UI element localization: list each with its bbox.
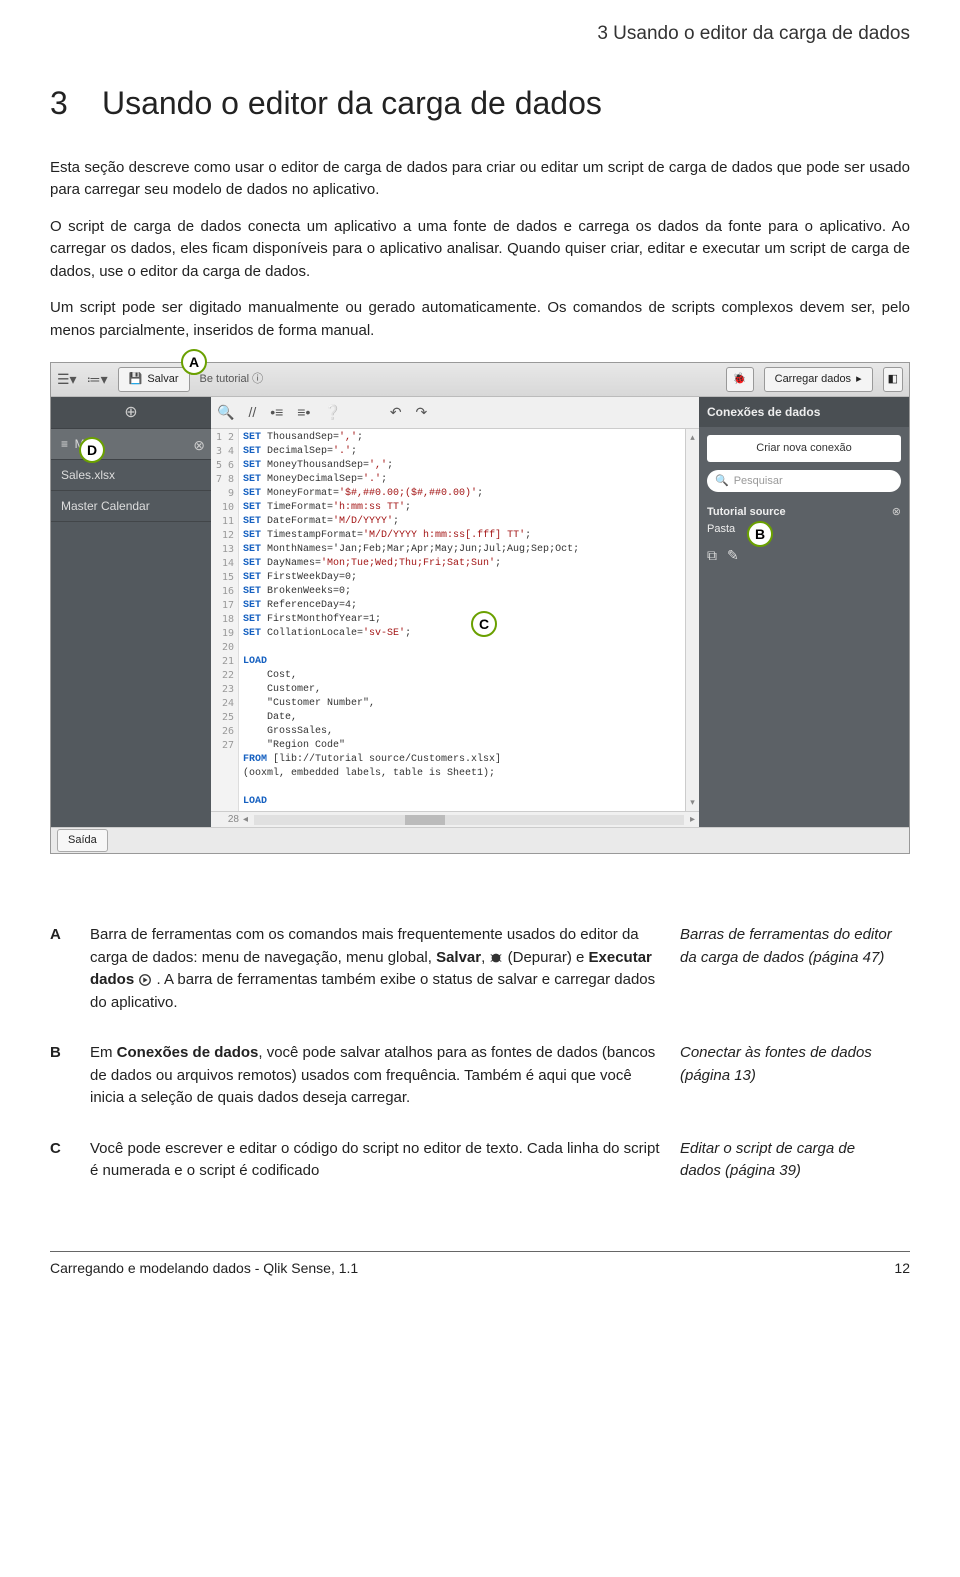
edit-icon[interactable]: ✎ — [727, 545, 739, 566]
bug-icon: 🐞 — [733, 371, 747, 388]
row-ref: Barras de ferramentas do editor da carga… — [680, 914, 910, 1032]
horizontal-scrollbar[interactable]: 28 ◂▸ — [211, 811, 699, 827]
table-row: C Você pode escrever e editar o código d… — [50, 1128, 910, 1201]
row-key: C — [50, 1128, 90, 1201]
editor-screenshot: ☰▾ ≔▾ 💾Salvar Be tutorial ⓘ A 🐞 Carregar… — [50, 362, 910, 854]
nav-menu-icon[interactable]: ☰▾ — [57, 369, 77, 390]
global-menu-icon[interactable]: ≔▾ — [87, 369, 108, 390]
connections-panel: Conexões de dados Criar nova conexão 🔍 Pe… — [699, 397, 909, 827]
row-ref: Conectar às fontes de dados (página 13) — [680, 1032, 910, 1128]
connection-search[interactable]: 🔍 Pesquisar — [707, 470, 901, 493]
section-title: Usando o editor da carga de dados — [102, 79, 602, 127]
debug-button[interactable]: 🐞 — [726, 367, 754, 392]
app-name: Be tutorial ⓘ — [200, 371, 264, 388]
load-label: Carregar dados — [775, 371, 851, 388]
connection-name: Tutorial source — [707, 504, 786, 521]
legend-table: A Barra de ferramentas com os comandos m… — [50, 914, 910, 1201]
section-main[interactable]: ≡ Main ⊗ D — [51, 429, 211, 460]
bug-icon — [489, 951, 503, 965]
marker-a: A — [181, 349, 207, 375]
indent-icon[interactable]: •≡ — [270, 402, 283, 423]
select-data-icon[interactable]: ⧉ — [707, 545, 717, 566]
row-text: Barra de ferramentas com os comandos mai… — [90, 914, 680, 1032]
marker-c: C — [471, 611, 497, 637]
code-toolbar: 🔍 // •≡ ≡• ❔ ↶ ↷ — [211, 397, 699, 429]
section-number: 3 — [50, 79, 68, 127]
output-button[interactable]: Saída — [57, 829, 108, 852]
page-footer: Carregando e modelando dados - Qlik Sens… — [50, 1252, 910, 1279]
search-placeholder: Pesquisar — [734, 473, 783, 490]
save-label: Salvar — [147, 371, 178, 388]
row-key: A — [50, 914, 90, 1032]
panel-toggle-button[interactable]: ◧ — [883, 367, 903, 392]
search-icon[interactable]: 🔍 — [217, 402, 234, 423]
search-icon: 🔍 — [715, 473, 729, 490]
marker-d: D — [79, 437, 105, 463]
save-button[interactable]: 💾Salvar — [118, 367, 190, 392]
vertical-scrollbar[interactable]: ▴▾ — [685, 429, 699, 811]
code-panel: 🔍 // •≡ ≡• ❔ ↶ ↷ 1 2 3 4 5 6 7 8 9 10 11… — [211, 397, 699, 827]
table-row: B Em Conexões de dados, você pode salvar… — [50, 1032, 910, 1128]
play-icon — [138, 973, 152, 987]
footer-page-number: 12 — [894, 1258, 910, 1279]
section-item[interactable]: Master Calendar — [51, 491, 211, 522]
marker-b: B — [747, 521, 773, 547]
close-icon[interactable]: ⊗ — [193, 435, 205, 456]
row-text: Você pode escrever e editar o código do … — [90, 1128, 680, 1201]
new-connection-button[interactable]: Criar nova conexão — [707, 435, 901, 462]
help-icon[interactable]: ❔ — [324, 402, 341, 423]
save-icon: 💾 — [129, 371, 143, 388]
paragraph: Esta seção descreve como usar o editor d… — [50, 157, 910, 202]
paragraph: O script de carga de dados conecta um ap… — [50, 216, 910, 284]
comment-icon[interactable]: // — [248, 402, 256, 423]
section-heading: 3 Usando o editor da carga de dados — [50, 79, 910, 127]
row-key: B — [50, 1032, 90, 1128]
code-editor[interactable]: SET ThousandSep=','; SET DecimalSep='.';… — [239, 429, 685, 811]
connection-type: Pasta — [707, 521, 901, 538]
undo-icon[interactable]: ↶ — [390, 402, 402, 423]
row-text: Em Conexões de dados, você pode salvar a… — [90, 1032, 680, 1128]
play-icon: ▸ — [856, 371, 862, 388]
section-item[interactable]: Sales.xlsx — [51, 460, 211, 491]
footer-left: Carregando e modelando dados - Qlik Sens… — [50, 1258, 358, 1279]
table-row: A Barra de ferramentas com os comandos m… — [50, 914, 910, 1032]
sections-panel: ⊕ ≡ Main ⊗ D Sales.xlsx Master Calendar — [51, 397, 211, 827]
output-bar: Saída — [51, 827, 909, 853]
paragraph: Um script pode ser digitado manualmente … — [50, 297, 910, 342]
add-section-button[interactable]: ⊕ — [51, 397, 211, 429]
line-gutter: 1 2 3 4 5 6 7 8 9 10 11 12 13 14 15 16 1… — [211, 429, 239, 811]
connection-item[interactable]: Tutorial source ⊗ Pasta ⧉ ✎ — [707, 504, 901, 566]
connections-header: Conexões de dados — [699, 397, 909, 427]
redo-icon[interactable]: ↷ — [416, 402, 428, 423]
load-data-button[interactable]: Carregar dados ▸ — [764, 367, 873, 392]
top-toolbar: ☰▾ ≔▾ 💾Salvar Be tutorial ⓘ A 🐞 Carregar… — [51, 363, 909, 397]
page-header: 3 Usando o editor da carga de dados — [50, 20, 910, 49]
outdent-icon[interactable]: ≡• — [297, 402, 310, 423]
row-ref: Editar o script de carga de dados (págin… — [680, 1128, 910, 1201]
delete-icon[interactable]: ⊗ — [892, 504, 901, 521]
